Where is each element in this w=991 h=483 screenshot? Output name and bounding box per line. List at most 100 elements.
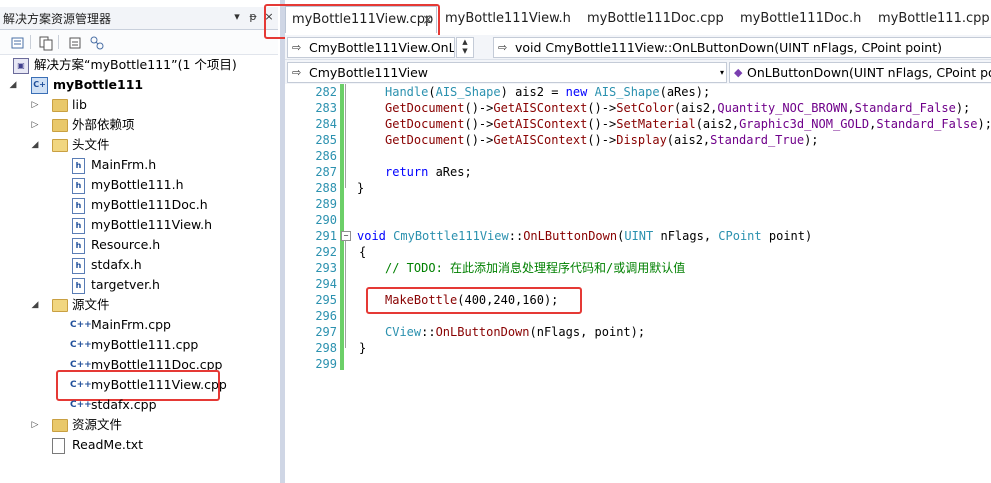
code-line-297: CView::OnLButtonDown(nFlags, point); xyxy=(385,324,645,340)
tab-myBottle111Doc-h[interactable]: myBottle111Doc.h xyxy=(740,6,861,32)
code-token: (nFlags, point); xyxy=(529,325,646,339)
class-diagram-icon[interactable] xyxy=(88,34,106,52)
tab-myBottle111View-h[interactable]: myBottle111View.h xyxy=(445,6,571,32)
collapse-fold-icon[interactable]: − xyxy=(341,231,351,241)
chevron-down-icon[interactable]: ▾ xyxy=(720,63,724,82)
code-token: nFlags, xyxy=(653,229,719,243)
tree-folder-external[interactable]: ▷ 外部依赖项 xyxy=(0,115,278,135)
tab-label: myBottle111.cpp xyxy=(878,11,990,26)
spin-buttons[interactable]: ▲ ▼ xyxy=(456,37,474,58)
line-number: 288 xyxy=(315,181,337,195)
line-number: 295 xyxy=(315,293,337,307)
expand-arrow-icon[interactable]: ◢ xyxy=(29,135,41,155)
code-line-287: return aRes; xyxy=(385,164,472,180)
line-number: 285 xyxy=(315,133,337,147)
pin-icon[interactable]: ᵽ xyxy=(246,10,260,24)
tab-myBottle111-cpp[interactable]: myBottle111.cpp xyxy=(878,6,990,32)
tree-file-item[interactable]: h targetver.h xyxy=(0,275,278,295)
cpp-file-icon: C++ xyxy=(70,400,92,410)
line-number: 283 xyxy=(315,101,337,115)
navigation-bar-bottom: ⇨ CmyBottle111View ▾ ◆ OnLButtonDown(UIN… xyxy=(285,60,991,85)
collapse-arrow-icon[interactable]: ▷ xyxy=(29,415,41,435)
file-label: myBottle111.h xyxy=(91,177,184,192)
scope-dropdown-value: CmyBottle111View.OnLB xyxy=(309,40,455,55)
dropdown-icon[interactable]: ▾ xyxy=(230,10,244,24)
refresh-icon[interactable] xyxy=(66,34,84,52)
code-token: Graphic3d_NOM_GOLD xyxy=(739,117,870,131)
line-number: 289 xyxy=(315,197,337,211)
line-number: 286 xyxy=(315,149,337,163)
code-token: ()-> xyxy=(587,101,617,115)
file-label: myBottle111View.h xyxy=(91,217,213,232)
tree-file-item[interactable]: C++ myBottle111.cpp xyxy=(0,335,278,355)
tree-folder-lib[interactable]: ▷ lib xyxy=(0,95,278,115)
collapse-arrow-icon[interactable]: ▷ xyxy=(29,115,41,135)
scope-dropdown[interactable]: ⇨ CmyBottle111View.OnLB xyxy=(287,37,455,58)
tree-file-item[interactable]: h myBottle111.h xyxy=(0,175,278,195)
solution-explorer-toolbar xyxy=(0,30,278,55)
header-file-icon: h xyxy=(72,158,85,174)
folder-label: lib xyxy=(72,97,87,112)
line-number: 291 xyxy=(315,229,337,243)
arrow-right-icon: ⇨ xyxy=(498,41,508,54)
file-label: MainFrm.cpp xyxy=(91,317,171,332)
line-number: 299 xyxy=(315,357,337,371)
expand-arrow-icon[interactable]: ◢ xyxy=(7,75,19,95)
tree-folder-sources[interactable]: ◢ 源文件 xyxy=(0,295,278,315)
tree-file-item[interactable]: h MainFrm.h xyxy=(0,155,278,175)
function-dropdown[interactable]: ◆ OnLButtonDown(UINT nFlags, CPoint poin… xyxy=(729,62,991,83)
tree-folder-resources[interactable]: ▷ 资源文件 xyxy=(0,415,278,435)
file-label: MainFrm.h xyxy=(91,157,157,172)
tree-file-item[interactable]: h myBottle111View.h xyxy=(0,215,278,235)
tree-folder-headers[interactable]: ◢ 头文件 xyxy=(0,135,278,155)
project-icon: C+ xyxy=(31,77,48,94)
change-tracking-bar xyxy=(340,84,344,370)
folder-label: 外部依赖项 xyxy=(72,117,135,132)
tree-file-item[interactable]: h myBottle111Doc.h xyxy=(0,195,278,215)
code-token: AIS_Shape xyxy=(435,85,501,99)
member-dropdown[interactable]: ⇨ void CmyBottle111View::OnLButtonDown(U… xyxy=(493,37,991,58)
code-token: ); xyxy=(804,133,819,147)
class-dropdown[interactable]: ⇨ CmyBottle111View ▾ xyxy=(287,62,727,83)
toolbar-separator xyxy=(58,35,59,49)
tree-file-readme[interactable]: ReadMe.txt xyxy=(0,435,278,455)
line-number: 297 xyxy=(315,325,337,339)
tree-file-item[interactable]: C++ stdafx.cpp xyxy=(0,395,278,415)
solution-label: 解决方案“myBottle111”(1 个项目) xyxy=(34,57,237,72)
code-token: :: xyxy=(421,325,436,339)
code-area[interactable]: 282 283 284 285 286 287 288 289 290 291 … xyxy=(285,84,991,483)
code-token: point) xyxy=(761,229,813,243)
collapse-arrow-icon[interactable]: ▷ xyxy=(29,95,41,115)
code-token: Standard_True xyxy=(710,133,805,147)
tree-file-item[interactable]: h stdafx.h xyxy=(0,255,278,275)
tree-file-item[interactable]: C++ MainFrm.cpp xyxy=(0,315,278,335)
tree-project-node[interactable]: ◢ C+ myBottle111 xyxy=(0,75,278,95)
show-all-files-icon[interactable] xyxy=(37,34,55,52)
code-line-282: Handle(AIS_Shape) ais2 = new AIS_Shape(a… xyxy=(385,84,710,100)
line-number: 294 xyxy=(315,277,337,291)
expand-arrow-icon[interactable]: ◢ xyxy=(29,295,41,315)
code-token: Standard_False xyxy=(854,101,956,115)
folder-icon xyxy=(52,119,68,132)
code-token: (ais2, xyxy=(695,117,740,131)
properties-icon[interactable] xyxy=(9,34,27,52)
code-highlight-box xyxy=(366,287,582,314)
tree-file-item[interactable]: h Resource.h xyxy=(0,235,278,255)
code-token: ()-> xyxy=(587,133,617,147)
file-label: stdafx.h xyxy=(91,257,142,272)
line-number: 284 xyxy=(315,117,337,131)
code-token: OnLButtonDown xyxy=(435,325,530,339)
line-number: 287 xyxy=(315,165,337,179)
code-line-284: GetDocument()->GetAISContext()->SetMater… xyxy=(385,116,991,132)
tree-solution-node[interactable]: ▣ 解决方案“myBottle111”(1 个项目) xyxy=(0,55,278,75)
header-file-icon: h xyxy=(72,258,85,274)
code-token: new xyxy=(565,85,588,99)
outline-guide xyxy=(345,236,346,348)
project-label: myBottle111 xyxy=(53,77,144,92)
tab-myBottle111Doc-cpp[interactable]: myBottle111Doc.cpp xyxy=(587,6,724,32)
line-number: 298 xyxy=(315,341,337,355)
code-token: CView xyxy=(385,325,422,339)
code-token: GetAISContext xyxy=(493,117,588,131)
code-line-283: GetDocument()->GetAISContext()->SetColor… xyxy=(385,100,970,116)
code-token: AIS_Shape xyxy=(594,85,660,99)
